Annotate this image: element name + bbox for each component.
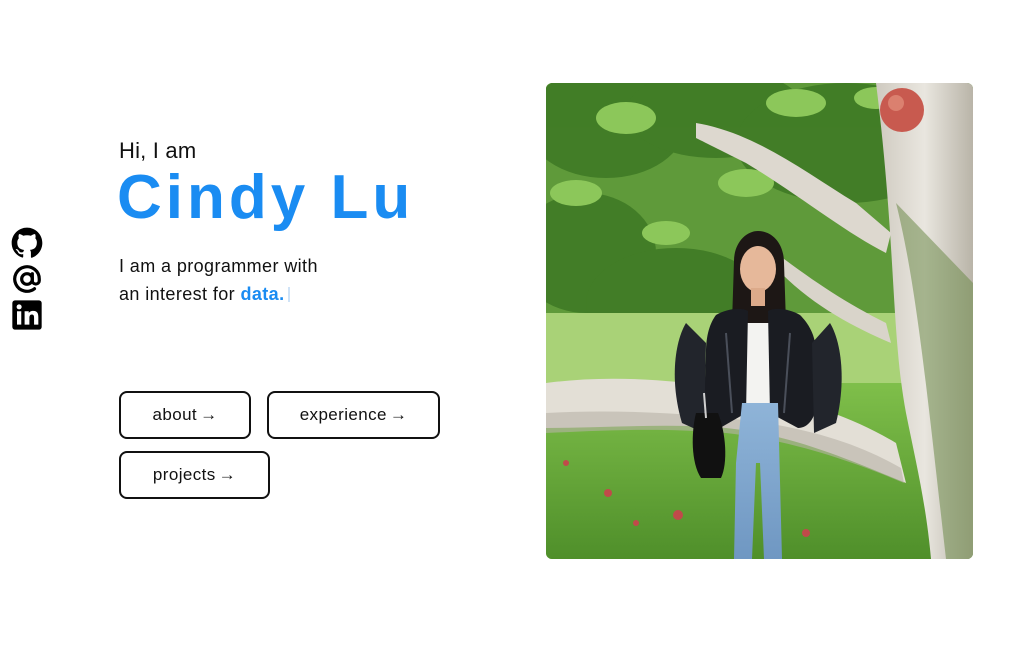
github-link[interactable] <box>9 227 45 259</box>
linkedin-link[interactable] <box>9 299 45 331</box>
email-link[interactable] <box>9 263 45 295</box>
greeting-text: Hi, I am <box>119 138 197 163</box>
experience-button-label: experience <box>299 405 387 424</box>
profile-photo-illustration <box>546 83 973 559</box>
tagline-line-2: an interest for data. <box>119 280 318 308</box>
arrow-right-icon: → <box>218 465 237 484</box>
tagline: I am a programmer with an interest for d… <box>119 252 318 308</box>
linkedin-icon <box>12 300 42 330</box>
tagline-prefix: an interest for <box>119 284 241 304</box>
profile-photo <box>546 83 973 559</box>
about-button-label: about <box>152 405 198 424</box>
tagline-line-1: I am a programmer with <box>119 256 318 276</box>
hero-name: Cindy Lu <box>117 163 415 232</box>
arrow-right-icon: → <box>389 405 408 424</box>
social-links <box>8 227 46 331</box>
projects-button-label: projects <box>152 465 216 484</box>
typing-cursor <box>288 287 291 302</box>
experience-button[interactable]: experience → <box>267 391 440 439</box>
email-icon <box>13 265 41 293</box>
tagline-highlight: data. <box>240 284 285 304</box>
home-page: Hi, I am Cindy Lu I am a programmer with… <box>0 0 1013 652</box>
github-icon <box>11 227 43 258</box>
arrow-right-icon: → <box>200 405 218 424</box>
about-button[interactable]: about → <box>119 391 251 439</box>
projects-button[interactable]: projects → <box>119 451 270 499</box>
